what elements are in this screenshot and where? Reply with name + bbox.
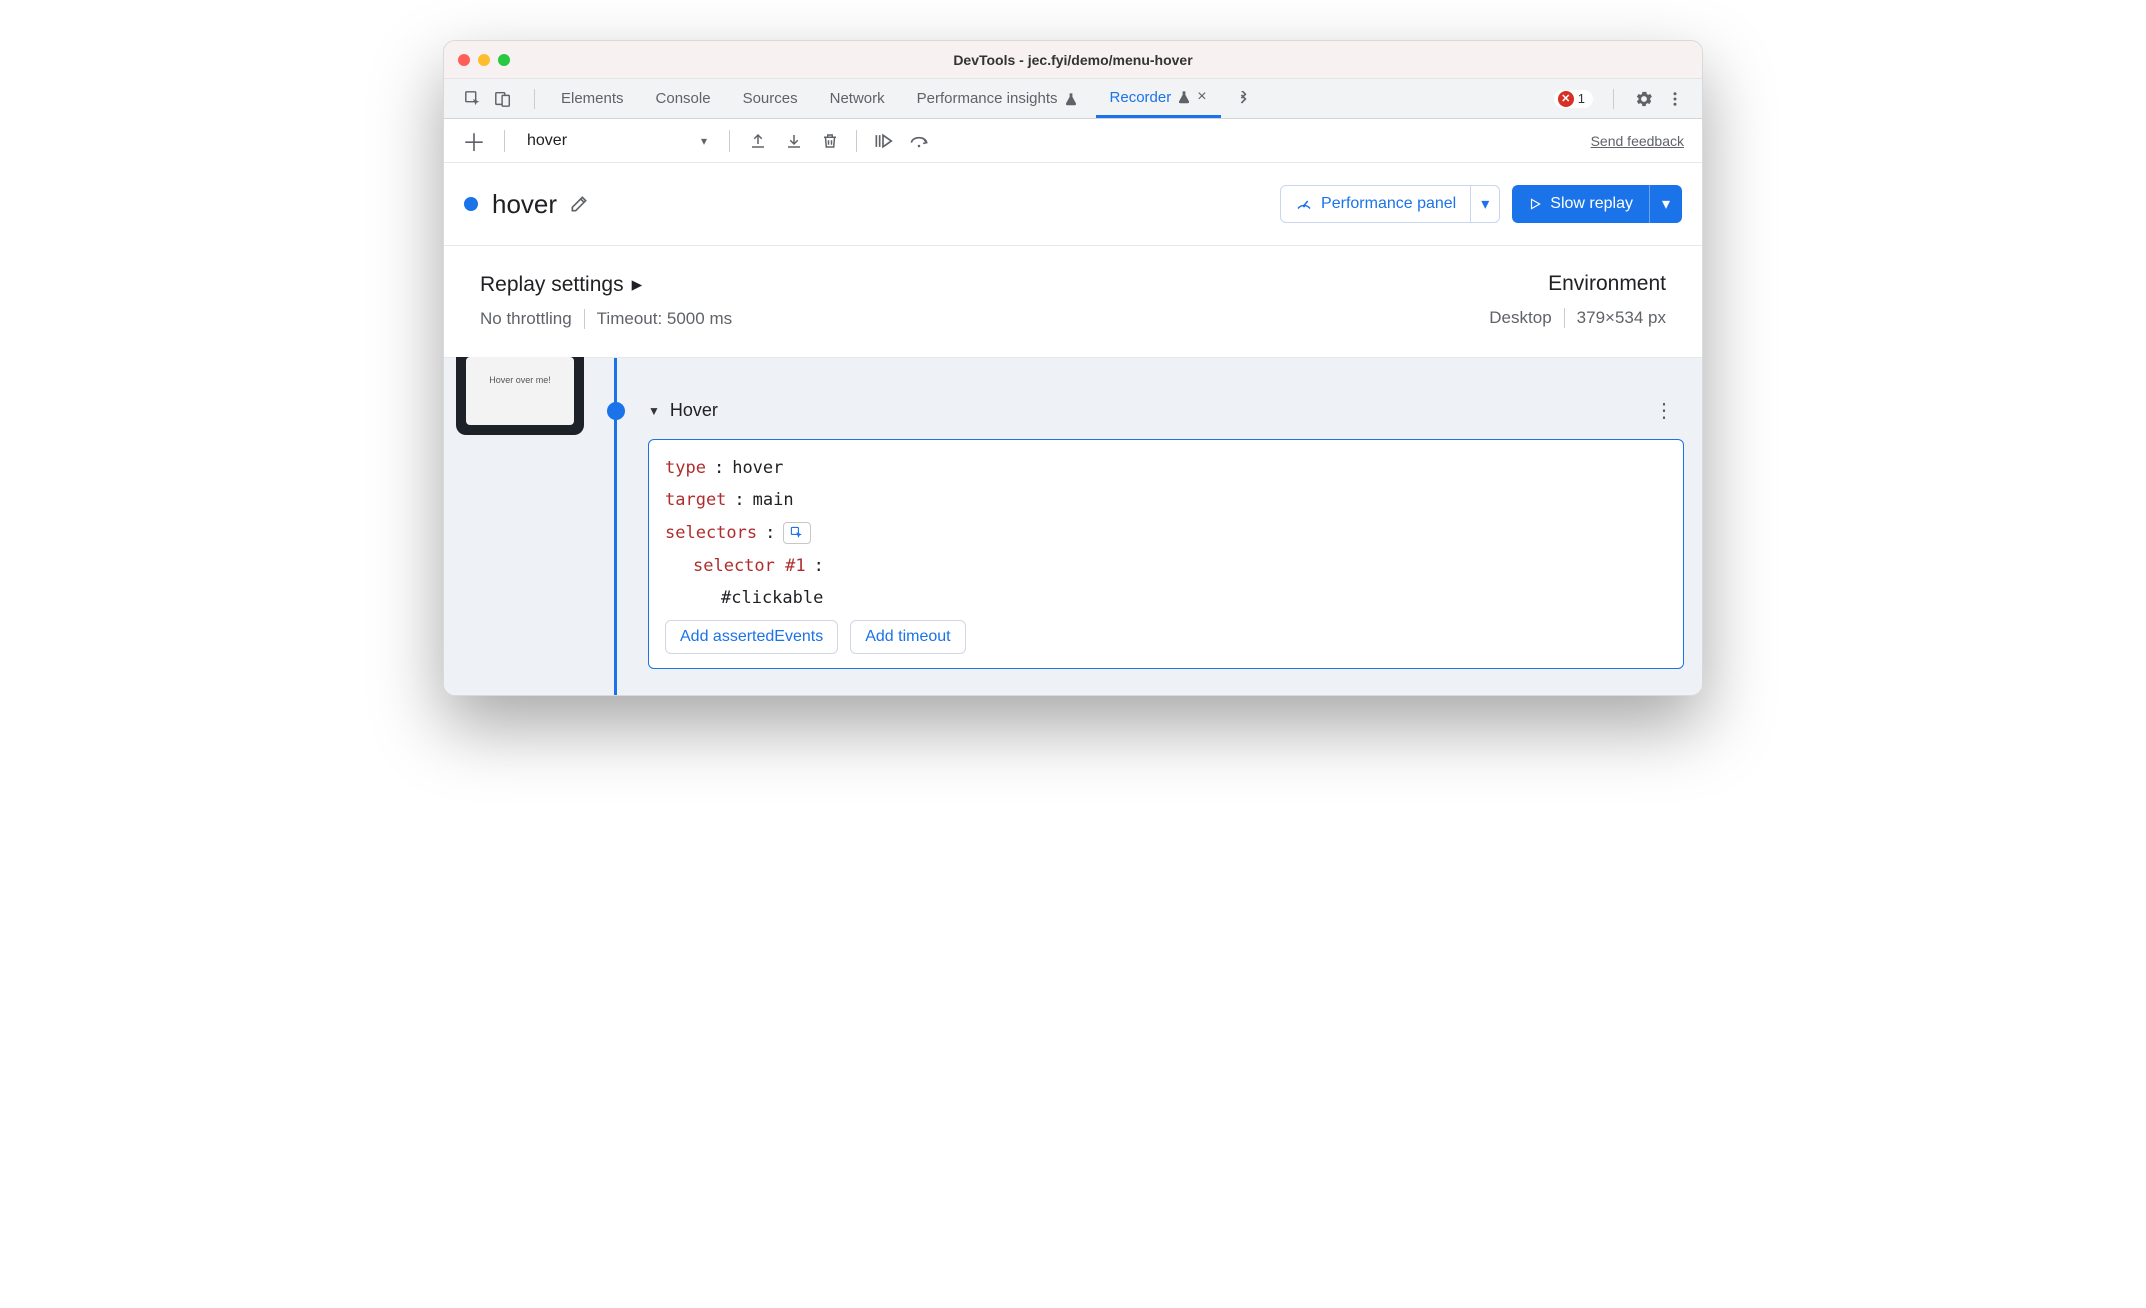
- flask-icon: [1177, 90, 1191, 104]
- separator: [534, 89, 535, 109]
- settings-icon[interactable]: [1634, 89, 1654, 109]
- add-asserted-events-button[interactable]: Add assertedEvents: [665, 620, 838, 654]
- titlebar: DevTools - jec.fyi/demo/menu-hover: [444, 41, 1702, 79]
- error-badge[interactable]: ✕ 1: [1554, 90, 1593, 108]
- export-icon[interactable]: [748, 131, 768, 151]
- tab-elements[interactable]: Elements: [547, 79, 638, 118]
- play-icon: [1528, 197, 1542, 211]
- collapse-step-icon[interactable]: ▼: [648, 404, 660, 418]
- step-details-card: type: hover target: main selectors:: [648, 439, 1684, 669]
- error-icon: ✕: [1558, 91, 1574, 107]
- tab-sources[interactable]: Sources: [729, 79, 812, 118]
- close-tab-icon[interactable]: ×: [1197, 88, 1206, 106]
- more-menu-icon[interactable]: [1666, 90, 1684, 108]
- add-timeout-button[interactable]: Add timeout: [850, 620, 965, 654]
- step-menu-icon[interactable]: ⋮: [1644, 394, 1684, 427]
- recording-content: Hover over me! ▼ Hover ⋮ type: hover: [444, 358, 1702, 695]
- tab-network[interactable]: Network: [816, 79, 899, 118]
- new-recording-button[interactable]: ＋: [456, 123, 492, 158]
- recording-name: hover: [527, 132, 567, 150]
- inspect-icon[interactable]: [464, 90, 482, 108]
- devtools-window: DevTools - jec.fyi/demo/menu-hover Eleme…: [443, 40, 1703, 696]
- step-title: Hover: [670, 400, 718, 421]
- timeout-label: Timeout: 5000 ms: [597, 309, 732, 329]
- chevron-down-icon: ▾: [701, 134, 707, 148]
- recording-title: hover: [492, 189, 557, 220]
- performance-panel-button[interactable]: Performance panel ▾: [1280, 185, 1500, 223]
- separator: [1564, 308, 1565, 328]
- panel-tabbar: Elements Console Sources Network Perform…: [444, 79, 1702, 119]
- prop-target-key: target: [665, 490, 726, 510]
- screenshot-thumbnail[interactable]: Hover over me!: [456, 357, 584, 435]
- prop-type-value[interactable]: hover: [732, 458, 783, 478]
- slow-replay-button[interactable]: Slow replay ▾: [1512, 185, 1682, 223]
- recording-selector[interactable]: hover ▾: [517, 128, 717, 154]
- flask-icon: [1064, 92, 1078, 106]
- status-dot-icon: [464, 197, 478, 211]
- tab-recorder[interactable]: Recorder ×: [1096, 79, 1221, 118]
- edit-title-icon[interactable]: [569, 194, 589, 214]
- selector-row-key: selector #1: [693, 556, 806, 576]
- perf-dropdown-icon[interactable]: ▾: [1471, 186, 1499, 222]
- separator: [729, 130, 730, 152]
- selector-value[interactable]: #clickable: [721, 588, 823, 608]
- send-feedback-link[interactable]: Send feedback: [1591, 133, 1690, 149]
- replay-settings-toggle[interactable]: Replay settings ▸: [480, 272, 732, 297]
- recording-header: hover Performance panel ▾ Slow r: [444, 163, 1702, 246]
- delete-icon[interactable]: [820, 131, 840, 151]
- step-play-icon[interactable]: [873, 131, 893, 151]
- separator: [1613, 89, 1614, 109]
- device-label: Desktop: [1489, 308, 1551, 328]
- window-title: DevTools - jec.fyi/demo/menu-hover: [444, 52, 1702, 68]
- tab-console[interactable]: Console: [642, 79, 725, 118]
- more-tabs-icon[interactable]: [1225, 91, 1261, 107]
- recorder-toolbar: ＋ hover ▾ Send feedback: [444, 119, 1702, 163]
- device-toggle-icon[interactable]: [494, 90, 512, 108]
- replay-dropdown-icon[interactable]: ▾: [1650, 185, 1682, 223]
- import-icon[interactable]: [784, 131, 804, 151]
- chevron-right-icon: ▸: [632, 272, 643, 297]
- prop-type-key: type: [665, 458, 706, 478]
- separator: [584, 309, 585, 329]
- pick-selector-icon[interactable]: [783, 522, 811, 544]
- step-over-icon[interactable]: [909, 131, 929, 151]
- thumbnail-caption: Hover over me!: [466, 357, 574, 425]
- separator: [504, 130, 505, 152]
- timeline-step-dot: [607, 402, 625, 420]
- throttling-label: No throttling: [480, 309, 572, 329]
- gauge-icon: [1295, 195, 1313, 213]
- dimensions-label: 379×534 px: [1577, 308, 1666, 328]
- environment-heading: Environment: [1548, 272, 1666, 296]
- separator: [856, 130, 857, 152]
- tab-performance-insights[interactable]: Performance insights: [903, 79, 1092, 118]
- settings-bar: Replay settings ▸ No throttling Timeout:…: [444, 246, 1702, 358]
- prop-target-value[interactable]: main: [753, 490, 794, 510]
- prop-selectors-key: selectors: [665, 523, 757, 543]
